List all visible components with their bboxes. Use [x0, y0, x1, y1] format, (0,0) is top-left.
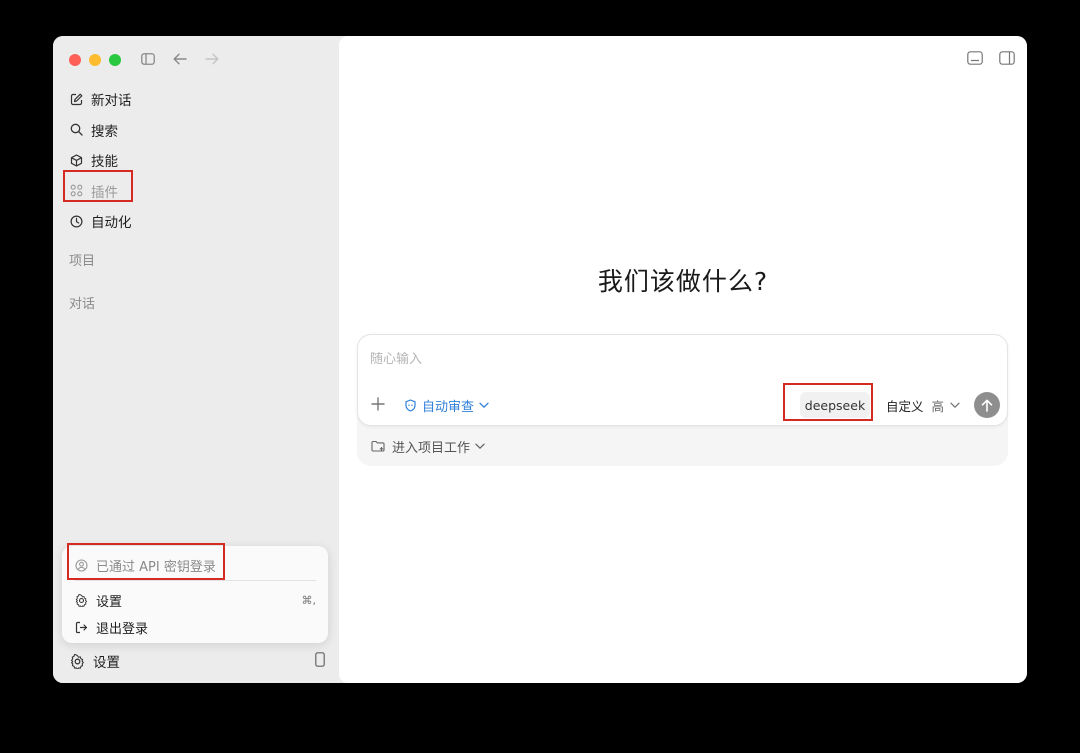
highlight-box [67, 543, 225, 580]
sidebar: 新对话 搜索 技能 插件 自动化 项目 对话 已通过 API 密钥登录 设置 ⌘… [53, 36, 339, 683]
forward-arrow-icon[interactable] [203, 50, 221, 68]
projects-section-label: 项目 [69, 254, 96, 269]
chevron-down-icon [475, 443, 485, 450]
sidebar-item-label: 新对话 [91, 93, 132, 110]
message-input[interactable]: 随心输入 [370, 348, 422, 367]
close-window-button[interactable] [69, 54, 81, 66]
sidebar-item-label: 搜索 [91, 123, 118, 140]
cube-icon [69, 153, 83, 167]
sidebar-item-new-chat[interactable]: 新对话 [63, 84, 329, 115]
menu-item-label: 设置 [96, 595, 123, 610]
edit-icon [69, 92, 83, 106]
minimize-window-button[interactable] [89, 54, 101, 66]
folder-plus-icon [371, 440, 385, 454]
menu-divider [74, 580, 316, 581]
right-panel-toggle-icon[interactable] [999, 50, 1015, 69]
app-window: 新对话 搜索 技能 插件 自动化 项目 对话 已通过 API 密钥登录 设置 ⌘… [53, 36, 1027, 683]
add-attachment-button[interactable] [370, 396, 386, 412]
enter-project-label: 进入项目工作 [392, 441, 471, 456]
zoom-window-button[interactable] [109, 54, 121, 66]
settings-shortcut: ⌘, [301, 594, 317, 607]
composer-container: 随心输入 自动审查 deepseek 自定义 高 进入项目工作 [357, 334, 1008, 466]
auto-review-dropdown[interactable]: 自动审查 [404, 396, 489, 415]
settings-button[interactable]: 设置 [93, 651, 120, 671]
sidebar-footer: 设置 [69, 650, 325, 672]
menu-item-logout[interactable]: 退出登录 [74, 618, 316, 637]
highlight-box [783, 383, 873, 421]
composer: 随心输入 自动审查 deepseek 自定义 高 [357, 334, 1008, 426]
menu-item-settings[interactable]: 设置 ⌘, [74, 591, 316, 610]
main-panel: 我们该做什么? 随心输入 自动审查 deepseek 自定义 高 进入项目工作 [339, 36, 1027, 683]
bottom-panel-toggle-icon[interactable] [967, 50, 983, 69]
mode-label: 自定义 [886, 399, 924, 414]
mode-level: 高 [931, 399, 945, 414]
sidebar-item-search[interactable]: 搜索 [63, 115, 329, 146]
arrow-up-icon [981, 399, 993, 412]
gear-icon[interactable] [69, 653, 85, 669]
sidebar-item-label: 自动化 [91, 215, 132, 232]
page-title: 我们该做什么? [597, 267, 769, 296]
auto-review-label: 自动审查 [422, 400, 475, 415]
shield-icon [404, 399, 417, 412]
conversations-section-label: 对话 [69, 297, 96, 312]
logout-icon [74, 621, 88, 635]
sidebar-item-automation[interactable]: 自动化 [63, 206, 329, 237]
search-icon [69, 123, 83, 137]
sidebar-item-label: 技能 [91, 154, 118, 171]
sidebar-toggle-icon[interactable] [139, 50, 157, 68]
sidebar-nav: 新对话 搜索 技能 插件 自动化 [63, 84, 329, 237]
reasoning-mode-dropdown[interactable]: 自定义 高 [886, 396, 960, 415]
enter-project-dropdown[interactable]: 进入项目工作 [371, 437, 485, 456]
clock-icon [69, 214, 83, 228]
window-controls [69, 54, 121, 66]
chevron-down-icon [479, 402, 489, 409]
gear-icon [74, 594, 88, 608]
phone-icon[interactable] [315, 651, 325, 671]
menu-item-label: 退出登录 [96, 622, 149, 637]
main-toolbar [967, 50, 1015, 69]
chevron-down-icon [950, 402, 960, 409]
send-button[interactable] [974, 392, 1000, 418]
sidebar-toolbar [139, 50, 221, 68]
highlight-box [63, 170, 133, 202]
back-arrow-icon[interactable] [171, 50, 189, 68]
